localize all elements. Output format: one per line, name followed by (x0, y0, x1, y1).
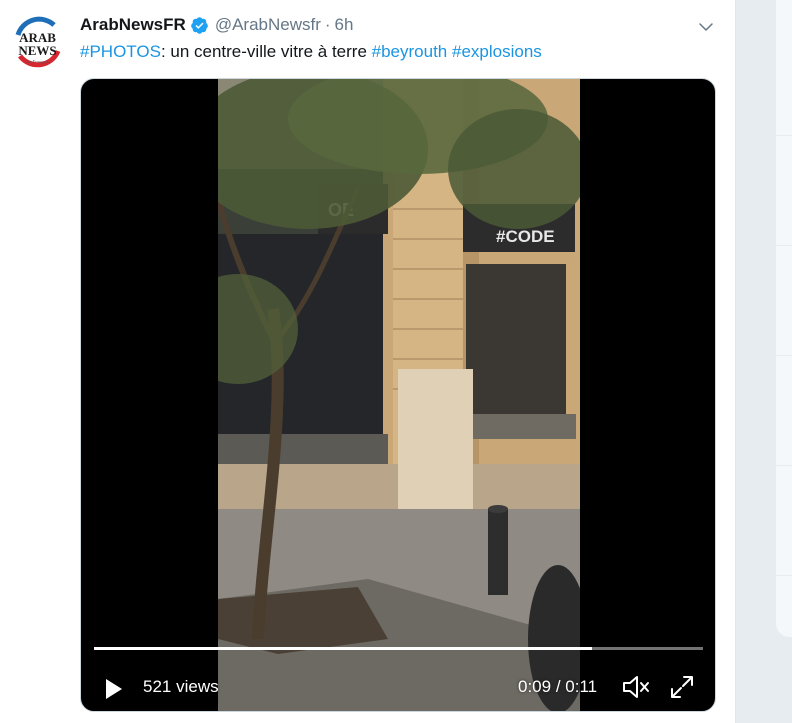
duration: 0:11 (565, 677, 598, 696)
fullscreen-icon[interactable] (669, 674, 695, 700)
tweet-timestamp[interactable]: 6h (335, 15, 354, 35)
hashtag-explosions[interactable]: #explosions (452, 42, 542, 61)
arab-news-logo: ARAB NEWS En Français (10, 15, 65, 70)
time-display: 0:09 / 0:11 (518, 677, 597, 697)
right-sidebar-panel (775, 0, 792, 637)
sidebar-divider (776, 575, 792, 576)
logo-tagline: En Français (25, 59, 49, 64)
separator-dot: · (324, 15, 331, 34)
play-icon (106, 679, 122, 699)
tweet-text: #PHOTOS: un centre-ville vitre à terre #… (80, 42, 542, 62)
avatar[interactable]: ARAB NEWS En Français (10, 15, 65, 70)
tweet-card[interactable]: ARAB NEWS En Français ArabNewsFR @ArabNe… (0, 0, 736, 723)
play-button[interactable] (89, 665, 137, 711)
view-count: 521 views (143, 677, 219, 696)
author-name[interactable]: ArabNewsFR (80, 15, 186, 35)
sidebar-divider (776, 245, 792, 246)
sidebar-divider (776, 465, 792, 466)
chevron-down-icon[interactable] (697, 18, 715, 36)
sidebar-divider (776, 355, 792, 356)
progress-fill (94, 647, 593, 650)
tweet-header: ArabNewsFR @ArabNewsfr · 6h (80, 14, 353, 36)
store-sign-text: #CODE (496, 227, 555, 246)
sidebar-divider (776, 135, 792, 136)
volume-muted-icon[interactable] (621, 674, 651, 700)
progress-bar[interactable] (94, 647, 703, 650)
time-separator: / (551, 677, 566, 696)
video-player[interactable]: OE #CODE (80, 78, 716, 712)
hashtag-photos[interactable]: #PHOTOS (80, 42, 161, 61)
author-handle[interactable]: @ArabNewsfr (215, 15, 321, 35)
verified-badge-icon (190, 16, 209, 35)
video-frame: OE #CODE (218, 79, 580, 711)
logo-text-bottom: NEWS (18, 43, 56, 58)
current-time: 0:09 (518, 677, 552, 696)
tweet-body-text: : un centre-ville vitre à terre (160, 42, 372, 61)
hashtag-beyrouth[interactable]: #beyrouth (372, 42, 448, 61)
